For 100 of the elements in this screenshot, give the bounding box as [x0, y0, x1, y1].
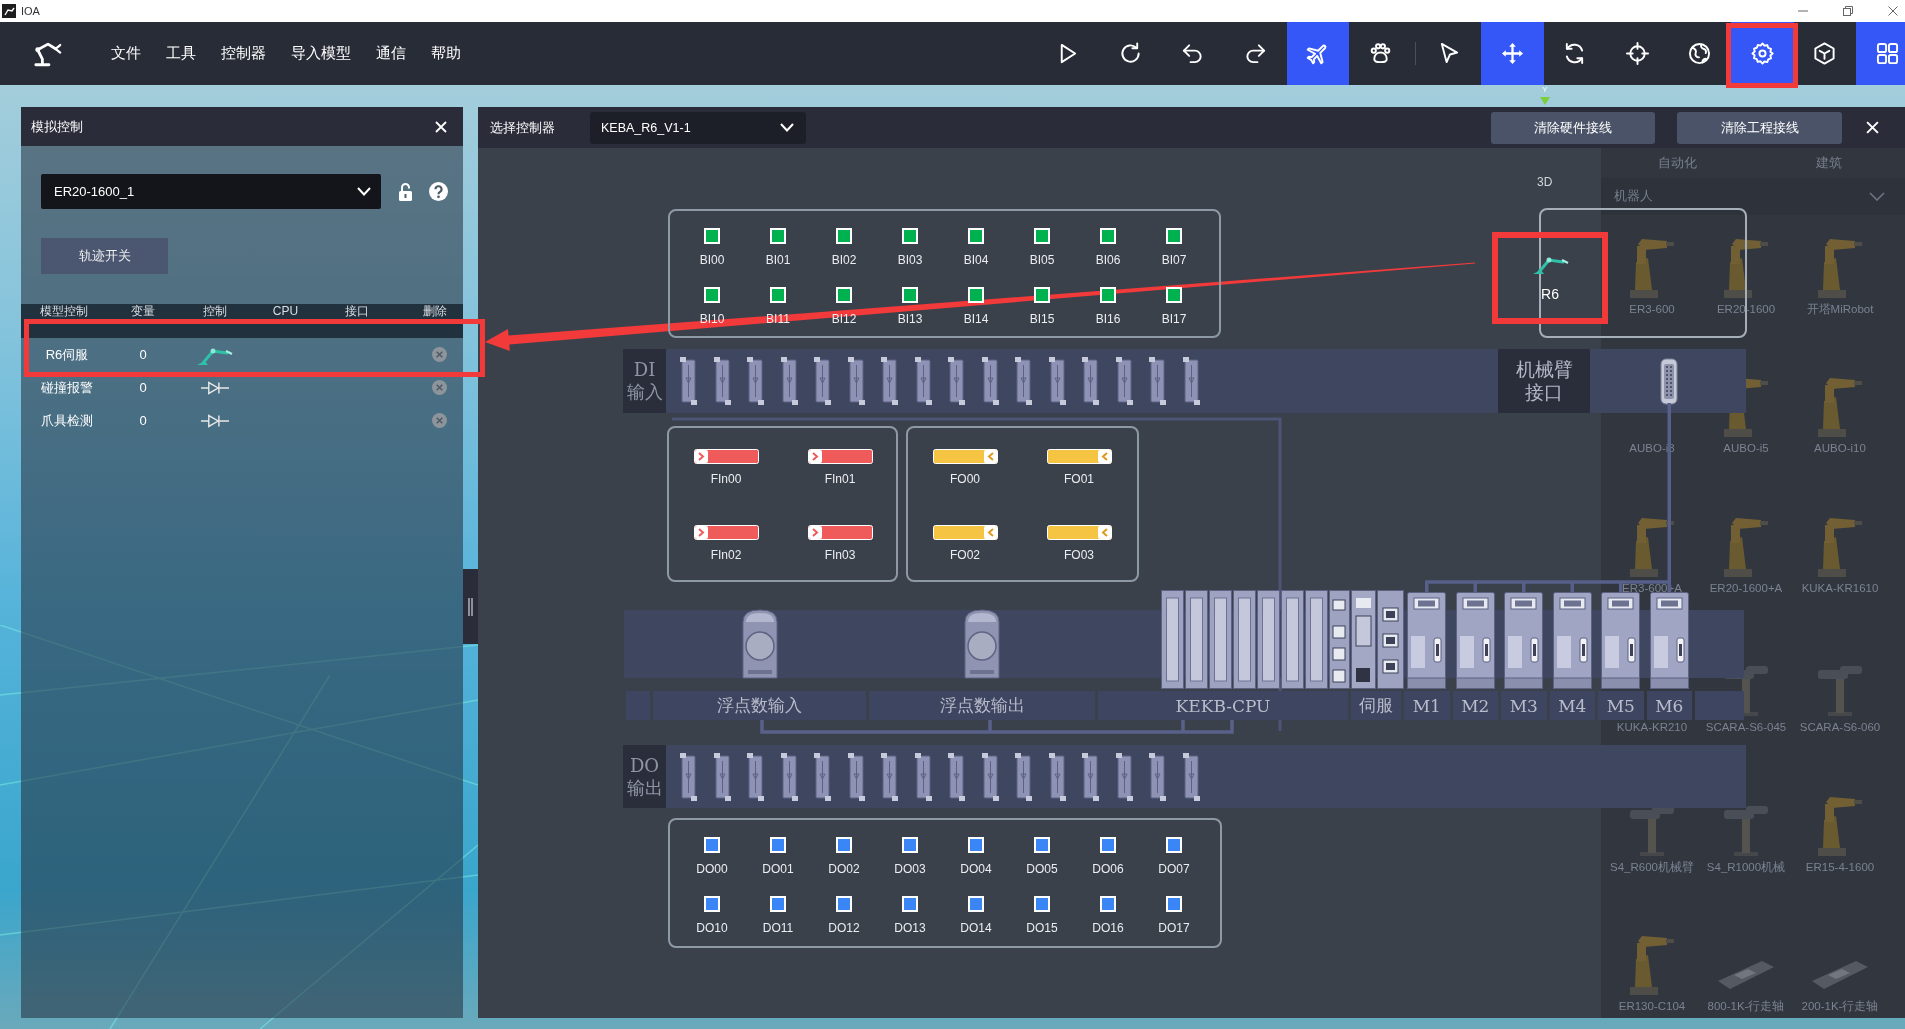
unlocked-lock-icon[interactable] [398, 182, 413, 201]
channel-label: DO03 [894, 862, 926, 876]
indicator-icon [770, 896, 786, 912]
channel-label: FIn02 [710, 548, 742, 562]
model-label: 开塔MiRobot [1806, 302, 1874, 316]
linear-track-icon[interactable] [1718, 958, 1774, 989]
channel-label: FIn00 [710, 472, 742, 486]
indicator-icon [1034, 287, 1050, 303]
indicator-icon [836, 287, 852, 303]
window-title: IOA [21, 5, 40, 17]
crosshair-icon [1625, 42, 1649, 65]
delete-icon[interactable] [432, 413, 447, 428]
terminal-icon [680, 752, 697, 801]
terminal-icon [680, 357, 697, 405]
channel-label: BI04 [963, 253, 989, 267]
clear-wiring-button[interactable]: 清除硬件接线 [1491, 111, 1655, 144]
terminal-icon [1082, 752, 1099, 801]
indicator-icon [968, 287, 984, 303]
indicator-icon [1034, 837, 1050, 853]
controller-dropdown[interactable]: KEBA_R6_V1-1 [590, 111, 806, 144]
channel-label: BI07 [1161, 253, 1187, 267]
empty-label-slot [1695, 691, 1744, 720]
indicator-icon [1034, 228, 1050, 244]
channel-label: DO13 [894, 921, 926, 935]
channel-label: DO11 [762, 921, 794, 935]
indicator-icon [770, 287, 786, 303]
model-label: ER20-1600+A [1709, 580, 1783, 595]
channel-label: BI17 [1161, 312, 1187, 326]
column-header: 模型控制 [39, 305, 89, 318]
splitter-handle[interactable] [463, 569, 478, 644]
model-label: KUKA-KR1610 [1801, 580, 1879, 595]
channel-label: BI14 [963, 312, 989, 326]
indicator-icon [770, 228, 786, 244]
rail-label: DI 输入 [623, 349, 666, 413]
menu-item[interactable]: 导入模型 [291, 44, 351, 63]
terminal-icon [1182, 752, 1200, 801]
channel-label: BI00 [699, 253, 725, 267]
indicator-icon [836, 228, 852, 244]
terminal-icon [1149, 357, 1166, 405]
arrow-bar-icon [1046, 449, 1112, 464]
model-label: AUBO-i5 [1723, 441, 1769, 456]
channel-label: FIn01 [824, 472, 856, 486]
delete-icon[interactable] [432, 380, 447, 395]
chevron-down-icon [357, 187, 371, 196]
robot-arm-icon[interactable] [1724, 238, 1768, 298]
arrow-bar-icon [693, 525, 759, 540]
indicator-icon [1166, 896, 1182, 912]
module-label: M3 [1501, 691, 1547, 720]
menu-item[interactable]: 工具 [166, 44, 196, 63]
model-label: ER3-600 [1629, 302, 1675, 316]
servo-drive-icon [1649, 592, 1689, 689]
menu-item[interactable]: 控制器 [221, 44, 266, 63]
indicator-icon [902, 896, 918, 912]
axis-cone-icon [1540, 97, 1550, 105]
indicator-icon [836, 896, 852, 912]
cube-icon [1813, 42, 1837, 65]
servo-drive-icon [1455, 592, 1495, 689]
rail-label: 机械臂接口 [1498, 349, 1590, 413]
channel-label: BI02 [831, 253, 857, 267]
channel-label: DO07 [1158, 862, 1190, 876]
robot-label: R6 [1541, 286, 1559, 302]
module-label: KEKB-CPU [1098, 691, 1348, 720]
diode-icon[interactable] [200, 380, 229, 395]
settings-icon [1750, 42, 1774, 65]
menu-item[interactable]: 通信 [376, 44, 406, 63]
terminal-icon [1115, 357, 1133, 405]
terminal-icon [814, 752, 831, 801]
restore-icon[interactable] [1843, 6, 1853, 16]
module-label: M6 [1646, 691, 1692, 720]
menu-item[interactable]: 文件 [111, 44, 141, 63]
indicator-icon [1100, 896, 1116, 912]
model-dropdown[interactable]: ER20-1600_1 [41, 174, 381, 209]
connector-icon [1660, 357, 1678, 405]
terminal-icon [847, 752, 865, 801]
linear-track-icon[interactable] [1812, 958, 1868, 989]
variable-value: 0 [138, 380, 148, 395]
row-name: 爪具检测 [40, 411, 94, 430]
diode-icon[interactable] [200, 413, 229, 428]
delete-icon[interactable] [432, 347, 447, 362]
terminal-icon [1149, 752, 1166, 801]
indicator-icon [1100, 837, 1116, 853]
channel-label: FIn03 [824, 548, 856, 562]
terminal-icon [1048, 357, 1066, 405]
terminal-icon [780, 752, 798, 801]
terminal-icon [981, 752, 999, 801]
help-icon[interactable] [429, 182, 448, 201]
chevron-down-icon [1869, 192, 1885, 201]
trace-toggle-button[interactable]: 轨迹开关 [41, 238, 168, 274]
arrow-bar-icon [1046, 525, 1112, 540]
arrow-bar-icon [932, 525, 998, 540]
view-label: 3D [1537, 175, 1553, 189]
robot-item[interactable]: R6 [1492, 232, 1608, 324]
channel-label: BI06 [1095, 253, 1121, 267]
terminal-icon [747, 752, 764, 801]
redo-icon [1243, 42, 1267, 65]
model-label: 800-1K-行走轴 [1707, 998, 1785, 1013]
model-label: AUBO-i10 [1814, 441, 1866, 456]
menu-item[interactable]: 帮助 [431, 44, 461, 63]
clear-wiring-button[interactable]: 清除工程接线 [1677, 111, 1842, 144]
channel-label: DO01 [762, 862, 794, 876]
